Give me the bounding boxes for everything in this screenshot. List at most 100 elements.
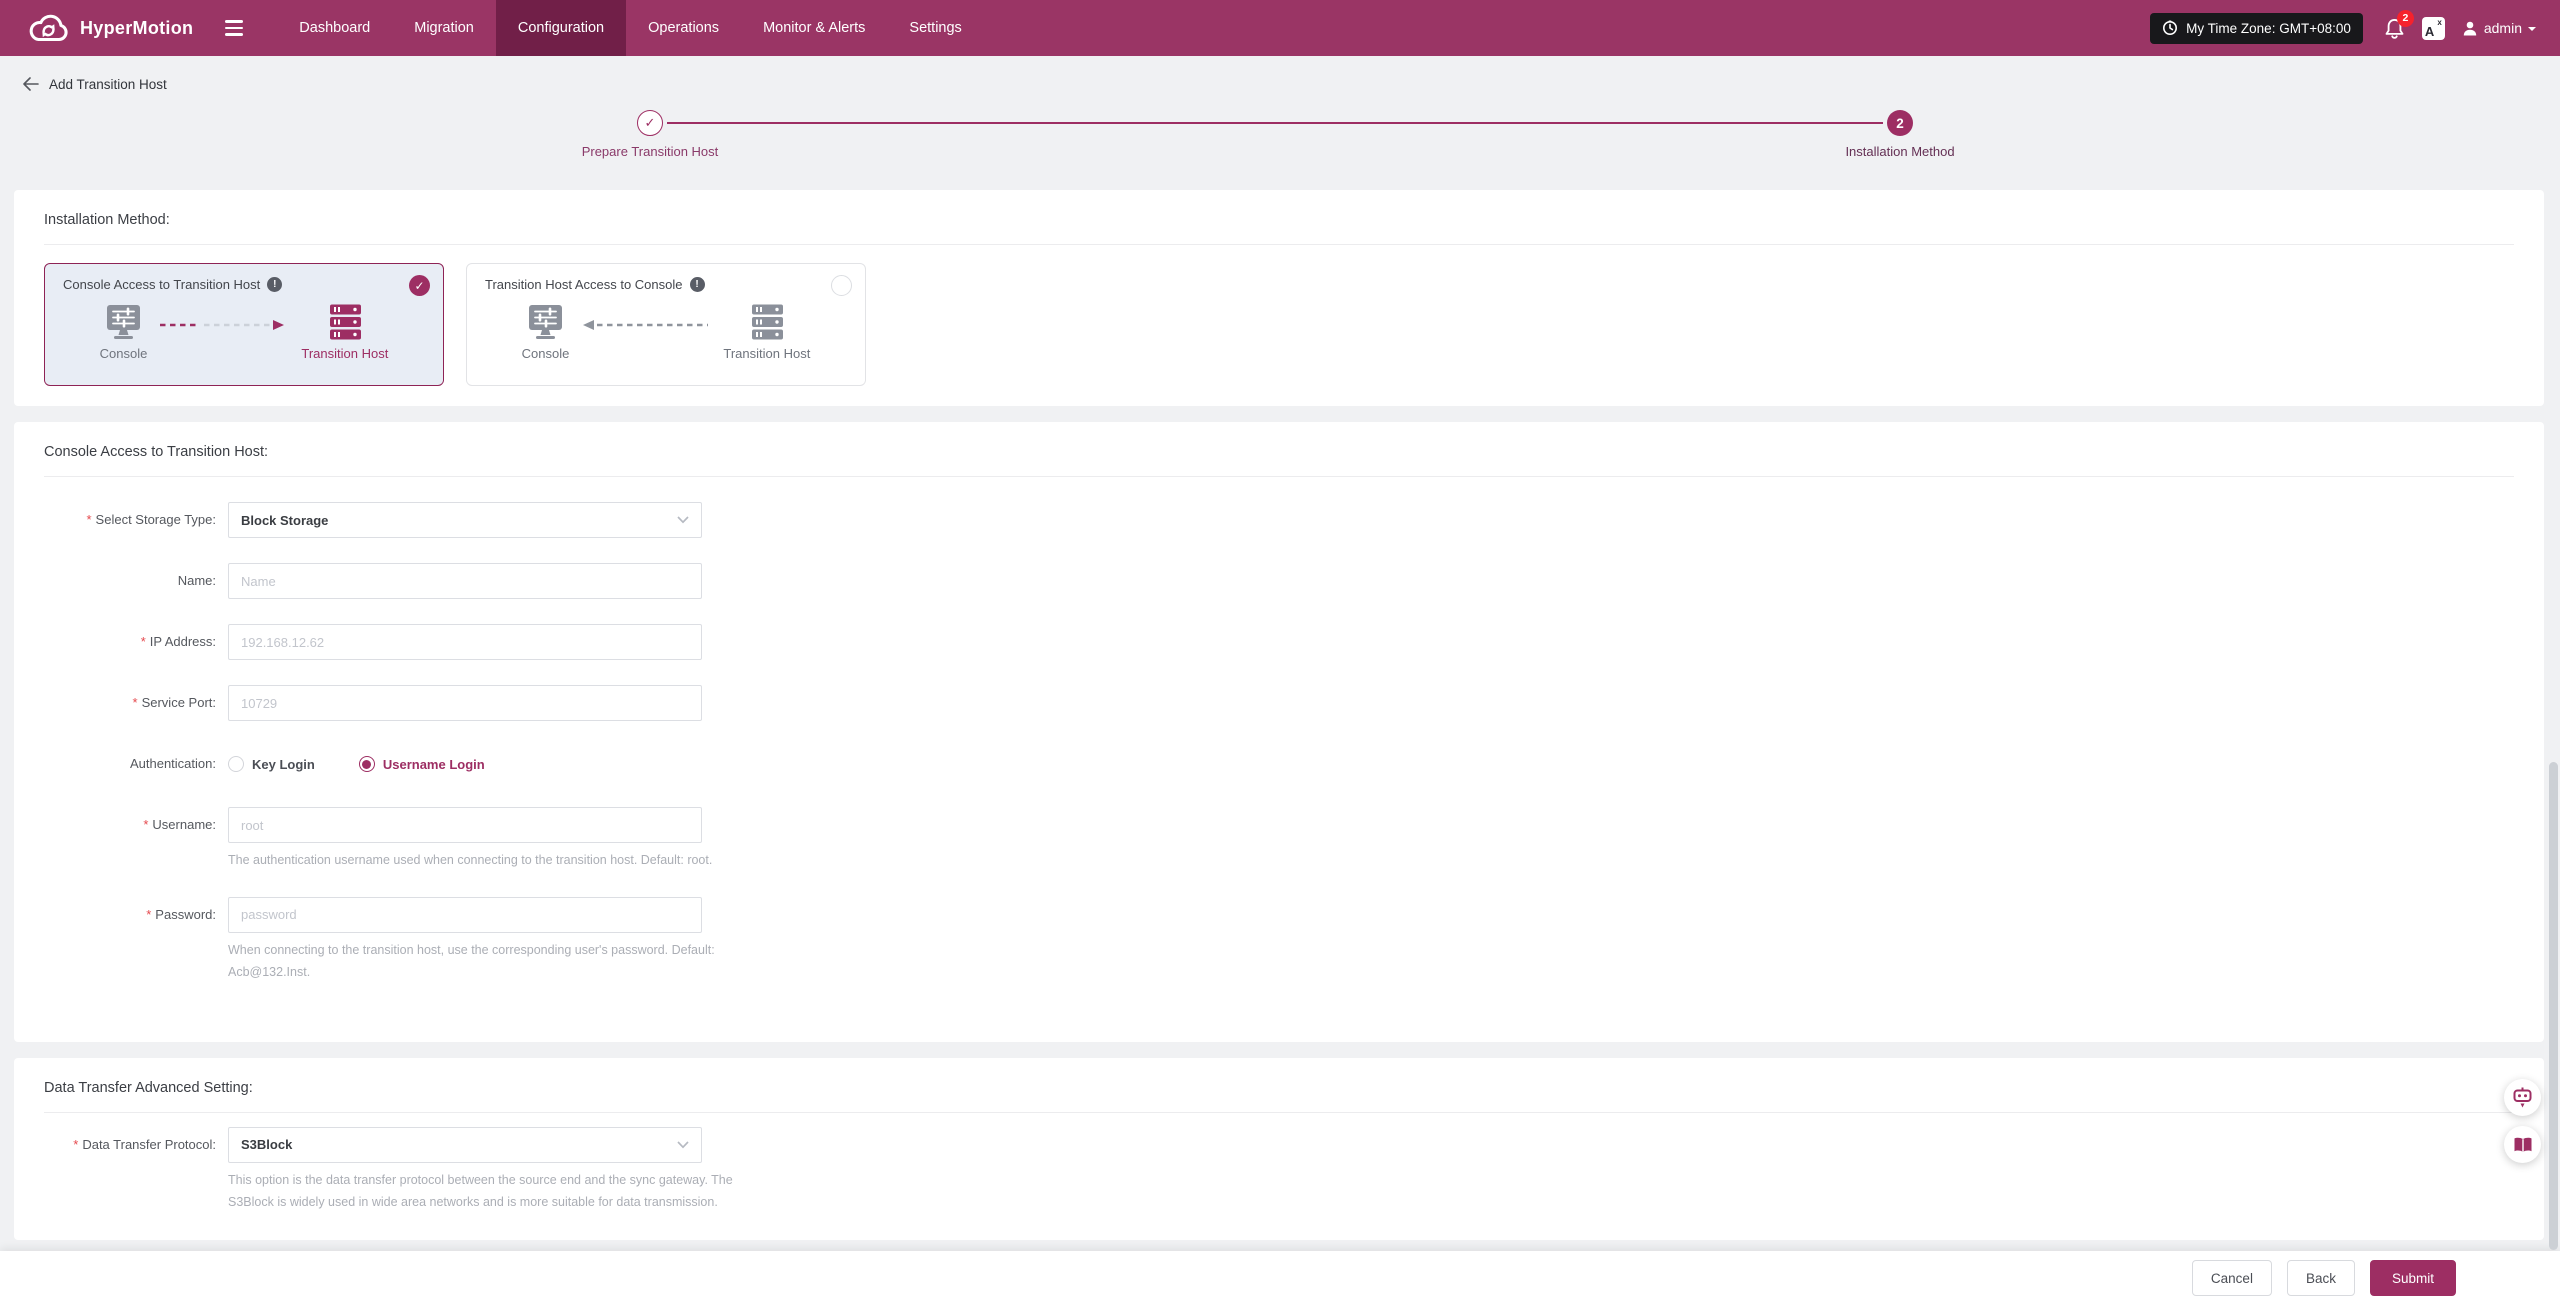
server-stack-icon bbox=[325, 304, 365, 341]
transition-host-endpoint: Transition Host bbox=[301, 304, 388, 361]
brand: HyperMotion bbox=[28, 13, 193, 44]
method-console-to-host[interactable]: Console Access to Transition Host ! ✓ bbox=[44, 263, 444, 386]
menu-hamburger-icon[interactable] bbox=[225, 20, 243, 35]
method-options: Console Access to Transition Host ! ✓ bbox=[44, 263, 2514, 386]
name-row: Name: bbox=[44, 563, 2514, 599]
service-port-input[interactable] bbox=[228, 685, 702, 721]
transition-host-label: Transition Host bbox=[723, 346, 810, 361]
clock-icon bbox=[2162, 20, 2178, 36]
method-host-to-console[interactable]: Transition Host Access to Console ! bbox=[466, 263, 866, 386]
notifications-button[interactable]: 2 bbox=[2384, 17, 2405, 40]
console-monitor-icon bbox=[103, 304, 144, 341]
arrow-right-dashed-icon bbox=[160, 318, 288, 336]
divider bbox=[44, 244, 2514, 245]
protocol-label: *Data Transfer Protocol: bbox=[44, 1127, 216, 1163]
installation-method-title: Installation Method: bbox=[44, 212, 2514, 228]
radio-dot-icon bbox=[359, 756, 375, 772]
console-endpoint: Console bbox=[522, 304, 570, 361]
unselected-radio-circle bbox=[831, 275, 852, 296]
protocol-row: *Data Transfer Protocol: S3Block This op… bbox=[44, 1127, 2514, 1214]
method-a-diagram: Console bbox=[63, 304, 425, 361]
divider bbox=[44, 476, 2514, 477]
username-label: *Username: bbox=[44, 807, 216, 843]
nav-dashboard[interactable]: Dashboard bbox=[277, 0, 392, 56]
service-port-label: *Service Port: bbox=[44, 685, 216, 721]
documentation-book-button[interactable] bbox=[2504, 1126, 2541, 1163]
username-hint: The authentication username used when co… bbox=[228, 849, 712, 872]
nav-monitor-alerts[interactable]: Monitor & Alerts bbox=[741, 0, 887, 56]
transition-host-endpoint: Transition Host bbox=[723, 304, 810, 361]
method-a-title: Console Access to Transition Host bbox=[63, 277, 260, 292]
name-label: Name: bbox=[44, 563, 216, 599]
main-nav: Dashboard Migration Configuration Operat… bbox=[277, 0, 984, 56]
console-label: Console bbox=[100, 346, 148, 361]
timezone-pill[interactable]: My Time Zone: GMT+08:00 bbox=[2150, 13, 2363, 44]
ip-address-label: *IP Address: bbox=[44, 624, 216, 660]
console-access-card: Console Access to Transition Host: *Sele… bbox=[14, 422, 2544, 1042]
robot-icon bbox=[2511, 1086, 2534, 1109]
stepper: ✓ 2 Prepare Transition Host Installation… bbox=[0, 102, 2560, 174]
back-button[interactable]: Back bbox=[2287, 1260, 2355, 1296]
username-input[interactable] bbox=[228, 807, 702, 843]
notification-badge: 2 bbox=[2397, 10, 2414, 27]
page-head: Add Transition Host bbox=[0, 56, 2560, 96]
username-login-radio[interactable]: Username Login bbox=[359, 756, 485, 772]
ip-address-input[interactable] bbox=[228, 624, 702, 660]
authentication-row: Authentication: Key Login Username Login bbox=[44, 746, 2514, 782]
storage-type-value: Block Storage bbox=[241, 513, 328, 528]
data-transfer-title: Data Transfer Advanced Setting: bbox=[44, 1080, 2514, 1096]
assistant-robot-button[interactable] bbox=[2504, 1079, 2541, 1116]
chevron-down-icon bbox=[677, 516, 689, 524]
password-label: *Password: bbox=[44, 897, 216, 933]
action-footer: Cancel Back Submit bbox=[0, 1251, 2560, 1305]
radio-circle-icon bbox=[228, 756, 244, 772]
method-a-title-row: Console Access to Transition Host ! bbox=[63, 277, 425, 292]
protocol-value: S3Block bbox=[241, 1137, 292, 1152]
step-2-circle: 2 bbox=[1887, 110, 1913, 136]
submit-button[interactable]: Submit bbox=[2370, 1260, 2456, 1296]
page-title: Add Transition Host bbox=[49, 77, 167, 92]
back-arrow-icon[interactable] bbox=[22, 77, 39, 91]
open-book-icon bbox=[2512, 1136, 2534, 1154]
method-b-title: Transition Host Access to Console bbox=[485, 277, 683, 292]
language-translate-icon[interactable]: Ax bbox=[2422, 17, 2445, 40]
installation-method-card: Installation Method: Console Access to T… bbox=[14, 190, 2544, 406]
storage-type-select[interactable]: Block Storage bbox=[228, 502, 702, 538]
stepper-connector bbox=[667, 122, 1883, 124]
info-icon[interactable]: ! bbox=[267, 277, 282, 292]
logo-cloud-sync-icon bbox=[28, 13, 70, 44]
username-login-label: Username Login bbox=[383, 757, 485, 772]
app-header: HyperMotion Dashboard Migration Configur… bbox=[0, 0, 2560, 56]
arrow-left-dashed-icon bbox=[582, 318, 710, 336]
console-label: Console bbox=[522, 346, 570, 361]
password-input[interactable] bbox=[228, 897, 702, 933]
authentication-label: Authentication: bbox=[44, 746, 216, 782]
scrollbar-thumb[interactable] bbox=[2549, 762, 2558, 1250]
nav-operations[interactable]: Operations bbox=[626, 0, 741, 56]
cancel-button[interactable]: Cancel bbox=[2192, 1260, 2272, 1296]
user-menu[interactable]: admin bbox=[2462, 20, 2536, 37]
name-input[interactable] bbox=[228, 563, 702, 599]
method-b-diagram: Console bbox=[485, 304, 847, 361]
console-monitor-icon bbox=[525, 304, 566, 341]
info-icon[interactable]: ! bbox=[690, 277, 705, 292]
nav-configuration[interactable]: Configuration bbox=[496, 0, 626, 56]
person-icon bbox=[2462, 20, 2478, 37]
step-2-label: Installation Method bbox=[1750, 144, 2050, 159]
protocol-select[interactable]: S3Block bbox=[228, 1127, 702, 1163]
divider bbox=[44, 1112, 2514, 1113]
nav-migration[interactable]: Migration bbox=[392, 0, 496, 56]
protocol-hint: This option is the data transfer protoco… bbox=[228, 1169, 773, 1214]
password-row: *Password: When connecting to the transi… bbox=[44, 897, 2514, 984]
storage-type-row: *Select Storage Type: Block Storage bbox=[44, 502, 2514, 538]
header-right: My Time Zone: GMT+08:00 2 Ax admin bbox=[2150, 13, 2536, 44]
selected-check-icon: ✓ bbox=[409, 275, 430, 296]
key-login-label: Key Login bbox=[252, 757, 315, 772]
chevron-down-icon bbox=[677, 1141, 689, 1149]
nav-settings[interactable]: Settings bbox=[887, 0, 983, 56]
brand-name: HyperMotion bbox=[80, 18, 193, 39]
key-login-radio[interactable]: Key Login bbox=[228, 756, 315, 772]
console-access-title: Console Access to Transition Host: bbox=[44, 444, 2514, 460]
server-stack-icon bbox=[747, 304, 787, 341]
password-hint: When connecting to the transition host, … bbox=[228, 939, 773, 984]
